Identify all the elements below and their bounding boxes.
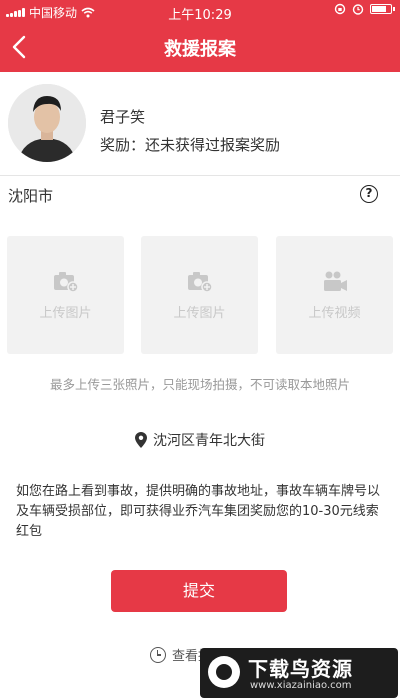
- upload-video-button[interactable]: 上传视频: [276, 236, 393, 354]
- reward-status: 奖励：还未获得过报案奖励: [100, 136, 281, 154]
- submit-button[interactable]: 提交: [111, 570, 287, 612]
- page-title: 救援报案: [164, 39, 236, 60]
- avatar-image: [8, 84, 86, 162]
- watermark-logo: 下载鸟资源 www.xiazainiao.com: [200, 648, 398, 698]
- camera-plus-icon: [188, 272, 213, 293]
- nav-bar: 救援报案: [0, 22, 400, 72]
- upload-label: 上传图片: [39, 306, 92, 321]
- reward-description: 如您在路上看到事故，提供明确的事故地址，事故车辆车牌号以及车辆受损部位，即可获得…: [16, 484, 381, 539]
- watermark-url: www.xiazainiao.com: [250, 680, 352, 691]
- upload-label: 上传图片: [173, 306, 226, 321]
- profile-section: 君子笑 奖励：还未获得过报案奖励: [0, 72, 400, 176]
- upload-hint: 最多上传三张照片，只能现场拍摄，不可读取本地照片: [49, 377, 350, 392]
- upload-label: 上传视频: [308, 306, 361, 321]
- battery-icon: [370, 4, 395, 14]
- bird-logo-icon: [208, 656, 240, 688]
- upload-image-button-2[interactable]: 上传图片: [141, 236, 258, 354]
- city-row: 沈阳市 ?: [0, 177, 400, 213]
- watermark-brand: 下载鸟资源: [248, 657, 353, 681]
- upload-image-button-1[interactable]: 上传图片: [7, 236, 124, 354]
- video-camera-icon: [324, 271, 347, 291]
- avatar: [8, 84, 86, 162]
- location-pin-icon: [135, 432, 147, 448]
- status-bar: 中国移动 上午10:29: [0, 0, 400, 23]
- alarm-icon: [352, 4, 364, 15]
- location-text: 沈河区青年北大街: [153, 433, 265, 449]
- clock-icon: [149, 647, 166, 663]
- location-row[interactable]: 沈河区青年北大街: [0, 430, 400, 450]
- city-label[interactable]: 沈阳市: [8, 185, 53, 206]
- user-name: 君子笑: [100, 108, 146, 126]
- camera-plus-icon: [54, 272, 79, 293]
- help-question-icon[interactable]: ?: [360, 185, 378, 203]
- upload-section: 上传图片 上传图片 上传视频: [0, 236, 400, 354]
- orientation-lock-icon: [334, 3, 346, 15]
